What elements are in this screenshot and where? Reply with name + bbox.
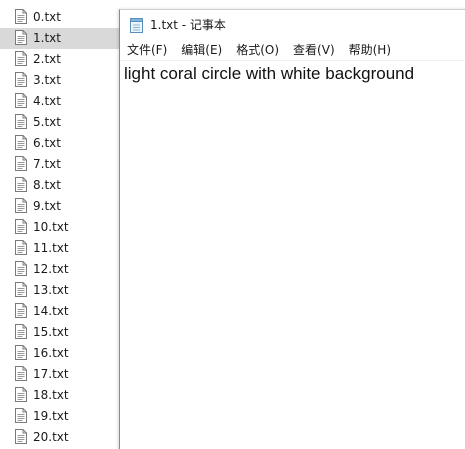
text-file-icon bbox=[15, 72, 27, 87]
text-file-icon bbox=[15, 345, 27, 360]
file-label: 17.txt bbox=[33, 367, 69, 381]
text-editor[interactable]: light coral circle with white background bbox=[122, 61, 465, 449]
file-label: 16.txt bbox=[33, 346, 69, 360]
file-label: 13.txt bbox=[33, 283, 69, 297]
file-label: 4.txt bbox=[33, 94, 61, 108]
file-item[interactable]: 10.txt bbox=[0, 217, 122, 238]
file-item[interactable]: 12.txt bbox=[0, 259, 122, 280]
file-item[interactable]: 0.txt bbox=[0, 7, 122, 28]
file-label: 6.txt bbox=[33, 136, 61, 150]
menu-file[interactable]: 文件(F) bbox=[120, 41, 174, 59]
file-label: 0.txt bbox=[33, 10, 61, 24]
file-item[interactable]: 13.txt bbox=[0, 280, 122, 301]
file-label: 10.txt bbox=[33, 220, 69, 234]
file-item[interactable]: 18.txt bbox=[0, 385, 122, 406]
file-item[interactable]: 1.txt bbox=[0, 28, 122, 49]
text-file-icon bbox=[15, 93, 27, 108]
text-file-icon bbox=[15, 324, 27, 339]
file-item[interactable]: 5.txt bbox=[0, 112, 122, 133]
desktop: 0.txt 1.txt 2.txt 3.txt 4.txt 5.txt 6.txt 7.txt… bbox=[0, 0, 465, 449]
file-item[interactable]: 3.txt bbox=[0, 70, 122, 91]
file-label: 19.txt bbox=[33, 409, 69, 423]
file-item[interactable]: 14.txt bbox=[0, 301, 122, 322]
notepad-icon bbox=[130, 18, 143, 33]
file-item[interactable]: 7.txt bbox=[0, 154, 122, 175]
text-file-icon bbox=[15, 135, 27, 150]
menu-edit[interactable]: 编辑(E) bbox=[174, 41, 229, 59]
file-label: 3.txt bbox=[33, 73, 61, 87]
text-file-icon bbox=[15, 387, 27, 402]
file-label: 5.txt bbox=[33, 115, 61, 129]
file-item[interactable]: 15.txt bbox=[0, 322, 122, 343]
file-item[interactable]: 17.txt bbox=[0, 364, 122, 385]
text-file-icon bbox=[15, 282, 27, 297]
text-file-icon bbox=[15, 114, 27, 129]
text-file-icon bbox=[15, 177, 27, 192]
text-file-icon bbox=[15, 9, 27, 24]
text-file-icon bbox=[15, 303, 27, 318]
file-label: 12.txt bbox=[33, 262, 69, 276]
menu-help[interactable]: 帮助(H) bbox=[342, 41, 398, 59]
text-file-icon bbox=[15, 408, 27, 423]
text-file-icon bbox=[15, 429, 27, 444]
file-item[interactable]: 2.txt bbox=[0, 49, 122, 70]
text-file-icon bbox=[15, 30, 27, 45]
text-file-icon bbox=[15, 240, 27, 255]
file-item[interactable]: 11.txt bbox=[0, 238, 122, 259]
title-bar[interactable]: 1.txt - 记事本 bbox=[120, 10, 465, 40]
file-item[interactable]: 16.txt bbox=[0, 343, 122, 364]
file-item[interactable]: 20.txt bbox=[0, 427, 122, 448]
file-label: 8.txt bbox=[33, 178, 61, 192]
file-label: 20.txt bbox=[33, 430, 69, 444]
file-label: 7.txt bbox=[33, 157, 61, 171]
text-file-icon bbox=[15, 261, 27, 276]
file-item[interactable]: 8.txt bbox=[0, 175, 122, 196]
text-file-icon bbox=[15, 156, 27, 171]
file-item[interactable]: 9.txt bbox=[0, 196, 122, 217]
file-label: 18.txt bbox=[33, 388, 69, 402]
file-label: 1.txt bbox=[33, 31, 61, 45]
file-label: 14.txt bbox=[33, 304, 69, 318]
editor-content: light coral circle with white background bbox=[124, 64, 415, 83]
file-item[interactable]: 4.txt bbox=[0, 91, 122, 112]
text-file-icon bbox=[15, 198, 27, 213]
text-file-icon bbox=[15, 366, 27, 381]
menu-view[interactable]: 查看(V) bbox=[286, 41, 342, 59]
notepad-window[interactable]: 1.txt - 记事本 文件(F) 编辑(E) 格式(O) 查看(V) 帮助(H… bbox=[119, 9, 465, 449]
window-title: 1.txt - 记事本 bbox=[150, 18, 226, 32]
file-label: 2.txt bbox=[33, 52, 61, 66]
file-list: 0.txt 1.txt 2.txt 3.txt 4.txt 5.txt 6.txt 7.txt… bbox=[0, 7, 122, 448]
text-file-icon bbox=[15, 51, 27, 66]
file-label: 11.txt bbox=[33, 241, 69, 255]
file-label: 15.txt bbox=[33, 325, 69, 339]
text-file-icon bbox=[15, 219, 27, 234]
file-item[interactable]: 19.txt bbox=[0, 406, 122, 427]
menu-format[interactable]: 格式(O) bbox=[229, 41, 286, 59]
menu-bar: 文件(F) 编辑(E) 格式(O) 查看(V) 帮助(H) bbox=[120, 40, 465, 61]
file-label: 9.txt bbox=[33, 199, 61, 213]
file-item[interactable]: 6.txt bbox=[0, 133, 122, 154]
